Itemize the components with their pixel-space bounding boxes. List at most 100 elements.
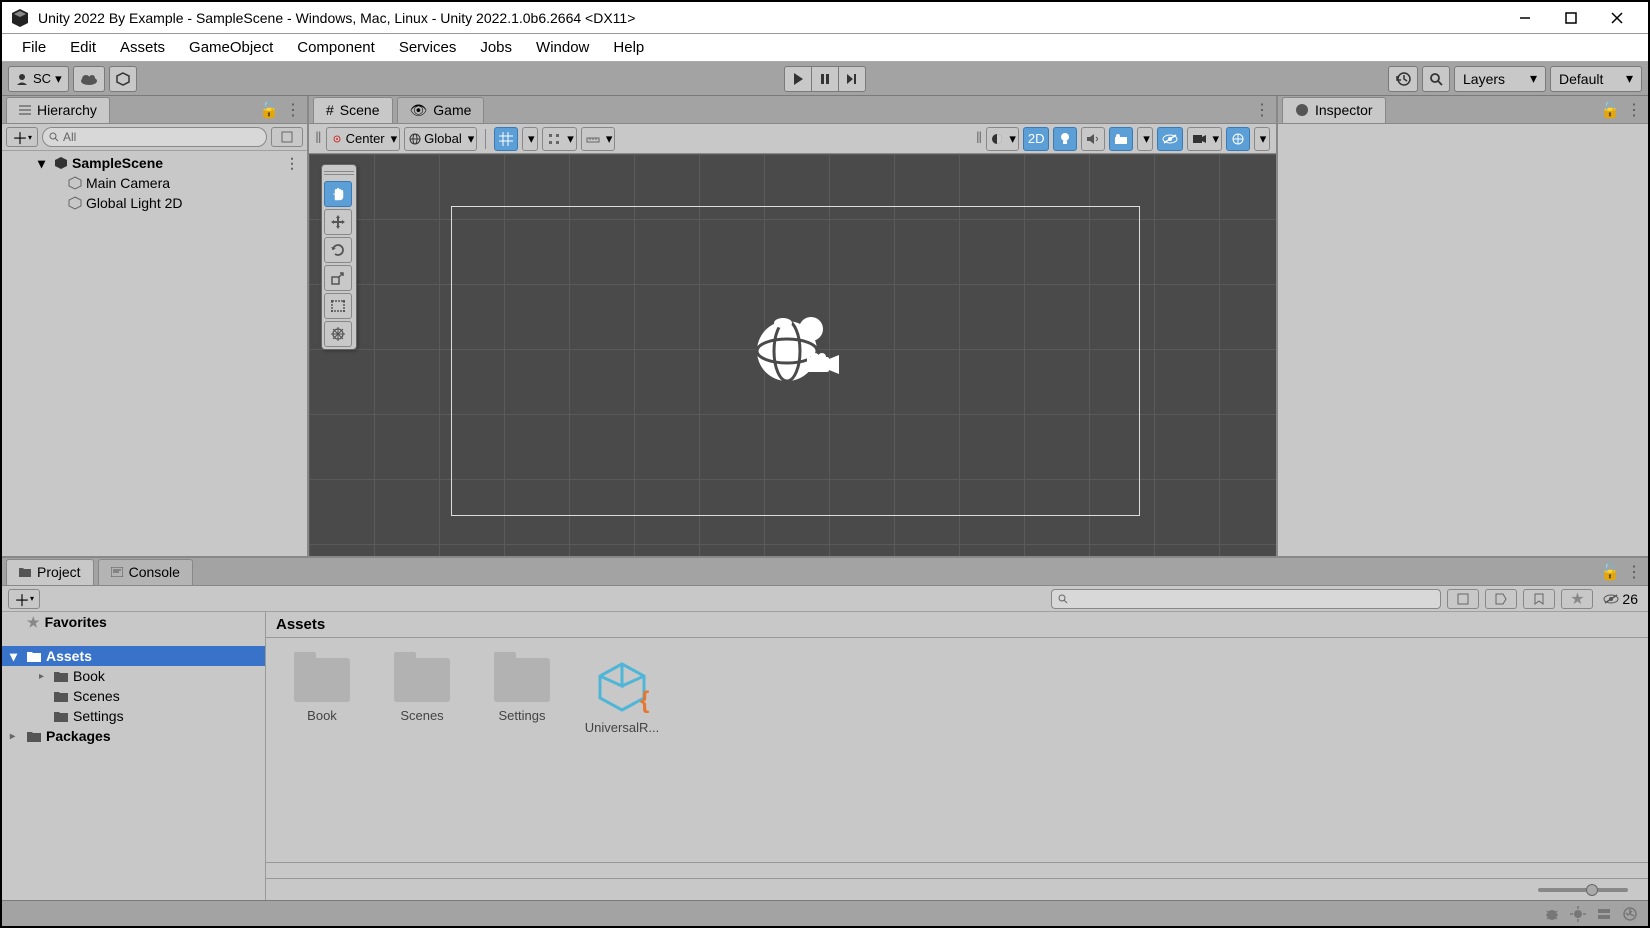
asset-child-row[interactable]: Settings <box>2 706 265 726</box>
menu-services[interactable]: Services <box>387 35 469 60</box>
asset-folder[interactable]: Book <box>286 658 358 723</box>
hierarchy-item[interactable]: Global Light 2D <box>2 193 307 213</box>
move-icon <box>330 214 346 230</box>
layers-dropdown[interactable]: Layers▾ <box>1454 66 1546 92</box>
context-menu-icon[interactable]: ⋮ <box>285 155 299 172</box>
unity-hub-button[interactable] <box>109 66 137 92</box>
drag-handle-icon[interactable] <box>324 171 354 175</box>
console-tab[interactable]: Console <box>98 559 193 585</box>
asset-child-row[interactable]: Scenes <box>2 686 265 706</box>
pause-button[interactable] <box>811 66 839 92</box>
expand-arrow-icon[interactable]: ▾ <box>38 155 50 172</box>
asset-folder[interactable]: Settings <box>486 658 558 723</box>
lock-icon[interactable]: 🔓 <box>259 100 279 120</box>
thumbnail-size-slider[interactable] <box>1538 888 1628 892</box>
game-tab[interactable]: 👁Game <box>397 97 485 123</box>
drag-handle-icon[interactable]: ‖ <box>976 130 983 148</box>
panel-menu-icon[interactable]: ⋮ <box>283 100 303 120</box>
scene-viewport[interactable] <box>309 154 1276 556</box>
menu-component[interactable]: Component <box>285 35 387 60</box>
grid-visibility-button[interactable]: ▾ <box>581 127 616 151</box>
lock-icon[interactable]: 🔓 <box>1600 562 1620 582</box>
create-dropdown[interactable]: ＋▾ <box>6 127 38 147</box>
space-dropdown[interactable]: Global▾ <box>404 127 477 151</box>
assets-row[interactable]: ▾Assets <box>2 646 265 666</box>
window-minimize-button[interactable] <box>1502 3 1548 33</box>
rotate-tool[interactable] <box>324 237 352 263</box>
search-mode-button[interactable] <box>271 127 303 147</box>
project-tab[interactable]: Project <box>6 559 94 585</box>
rect-tool[interactable] <box>324 293 352 319</box>
folder-icon <box>27 731 41 742</box>
progress-icon[interactable] <box>1622 906 1638 922</box>
expand-arrow-icon[interactable]: ▸ <box>39 671 49 682</box>
favorite-button[interactable]: ★ <box>1561 589 1593 609</box>
asset-folder[interactable]: Scenes <box>386 658 458 723</box>
panel-menu-icon[interactable]: ⋮ <box>1252 100 1272 120</box>
drag-handle-icon[interactable]: ‖ <box>315 130 322 148</box>
scene-row[interactable]: ▾ SampleScene ⋮ <box>2 153 307 173</box>
move-tool[interactable] <box>324 209 352 235</box>
layout-dropdown[interactable]: Default▾ <box>1550 66 1642 92</box>
search-button[interactable] <box>1422 66 1450 92</box>
create-asset-dropdown[interactable]: ＋▾ <box>8 589 40 609</box>
window-maximize-button[interactable] <box>1548 3 1594 33</box>
expand-arrow-icon[interactable]: ▾ <box>10 648 22 665</box>
menu-assets[interactable]: Assets <box>108 35 177 60</box>
step-button[interactable] <box>838 66 866 92</box>
lighting-toggle[interactable] <box>1053 127 1077 151</box>
render-pipeline-icon: { } <box>590 658 654 714</box>
slider-knob[interactable] <box>1586 884 1598 896</box>
fx-toggle[interactable] <box>1109 127 1133 151</box>
hidden-count[interactable]: 26 <box>1599 591 1642 607</box>
transform-tool[interactable] <box>324 321 352 347</box>
scene-tab-label: Scene <box>340 102 380 118</box>
play-button[interactable] <box>784 66 812 92</box>
scene-tab[interactable]: #Scene <box>313 97 393 123</box>
search-by-type-button[interactable] <box>1447 589 1479 609</box>
asset-child-row[interactable]: ▸Book <box>2 666 265 686</box>
hand-tool[interactable] <box>324 181 352 207</box>
asset-render-pipeline[interactable]: { } UniversalR... <box>586 658 658 735</box>
lock-icon[interactable]: 🔓 <box>1600 100 1620 120</box>
scale-tool[interactable] <box>324 265 352 291</box>
inspector-tab[interactable]: i Inspector <box>1282 97 1386 123</box>
menu-gameobject[interactable]: GameObject <box>177 35 285 60</box>
menu-window[interactable]: Window <box>524 35 601 60</box>
save-search-button[interactable] <box>1523 589 1555 609</box>
menu-edit[interactable]: Edit <box>58 35 108 60</box>
increment-snap-button[interactable]: ▾ <box>542 127 577 151</box>
hierarchy-search-input[interactable]: All <box>42 127 267 147</box>
undo-history-button[interactable] <box>1388 66 1418 92</box>
packages-row[interactable]: ▸Packages <box>2 726 265 746</box>
camera-dropdown[interactable]: ▾ <box>1187 127 1222 151</box>
bug-icon[interactable] <box>1544 906 1560 922</box>
panel-menu-icon[interactable]: ⋮ <box>1624 562 1644 582</box>
auto-generate-lighting-icon[interactable] <box>1570 906 1586 922</box>
fx-dropdown[interactable]: ▾ <box>1137 127 1153 151</box>
pivot-dropdown[interactable]: Center▾ <box>326 127 401 151</box>
menu-help[interactable]: Help <box>601 35 656 60</box>
project-search-input[interactable] <box>1051 589 1441 609</box>
grid-snap-button[interactable] <box>494 127 518 151</box>
hierarchy-tab[interactable]: Hierarchy <box>6 97 110 123</box>
expand-arrow-icon[interactable]: ▸ <box>10 731 22 742</box>
menu-jobs[interactable]: Jobs <box>468 35 524 60</box>
mode-2d-button[interactable]: 2D <box>1023 127 1050 151</box>
shading-mode-dropdown[interactable]: ▾ <box>986 127 1019 151</box>
menu-file[interactable]: File <box>10 35 58 60</box>
favorites-row[interactable]: ★Favorites <box>2 612 265 632</box>
window-close-button[interactable] <box>1594 3 1640 33</box>
breadcrumb[interactable]: Assets <box>266 612 1648 638</box>
cloud-button[interactable] <box>73 66 105 92</box>
gizmos-toggle[interactable] <box>1226 127 1250 151</box>
panel-menu-icon[interactable]: ⋮ <box>1624 100 1644 120</box>
cache-server-icon[interactable] <box>1596 906 1612 922</box>
audio-toggle[interactable] <box>1081 127 1105 151</box>
visibility-toggle[interactable] <box>1157 127 1183 151</box>
gizmos-dropdown[interactable]: ▾ <box>1254 127 1270 151</box>
grid-snap-dropdown[interactable]: ▾ <box>522 127 538 151</box>
search-by-label-button[interactable] <box>1485 589 1517 609</box>
account-dropdown[interactable]: SC ▾ <box>8 66 69 92</box>
hierarchy-item[interactable]: Main Camera <box>2 173 307 193</box>
